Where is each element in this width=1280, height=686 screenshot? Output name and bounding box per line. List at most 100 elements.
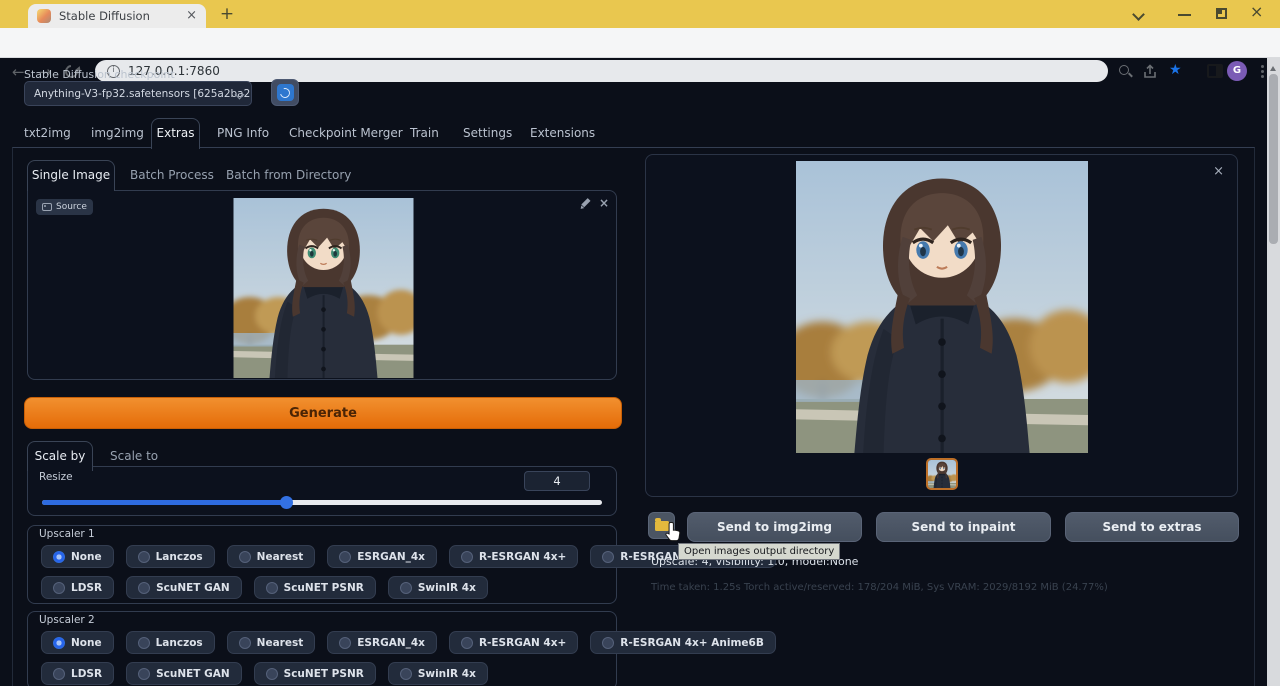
refresh-icon — [277, 84, 294, 101]
upscaler-option-none[interactable]: None — [41, 631, 114, 654]
send-to-img2img-button[interactable]: Send to img2img — [687, 512, 862, 542]
generate-button[interactable]: Generate — [24, 397, 622, 429]
resize-label: Resize — [39, 471, 73, 483]
extras-left-column: Single Image Batch Process Batch from Di… — [24, 160, 622, 686]
slider-fill — [42, 500, 286, 505]
option-label: Nearest — [257, 637, 304, 649]
tab-train[interactable]: Train — [410, 120, 439, 146]
upscaler-option-swinir4x[interactable]: SwinIR 4x — [388, 662, 488, 685]
browser-tab-title: Stable Diffusion — [59, 9, 178, 23]
upscaler-option-esrgan4x[interactable]: ESRGAN_4x — [327, 545, 437, 568]
tab-extras-selected[interactable]: Extras — [151, 118, 200, 149]
checkpoint-label: Stable Diffusion checkpoint — [24, 68, 175, 81]
back-button[interactable]: ← — [12, 62, 25, 82]
source-image-dropzone[interactable]: Source × — [27, 190, 617, 380]
tab-scale-by-selected[interactable]: Scale by — [27, 441, 93, 471]
tab-extensions[interactable]: Extensions — [530, 120, 595, 146]
image-icon — [42, 203, 52, 211]
profile-avatar[interactable]: G — [1227, 61, 1247, 81]
gallery-thumbnail-selected[interactable] — [926, 458, 958, 490]
window-minimize-button[interactable] — [1178, 14, 1191, 16]
upscaler-option-scunet-psnr[interactable]: ScuNET PSNR — [254, 662, 376, 685]
upscaler-option-ldsr[interactable]: LDSR — [41, 662, 114, 685]
upscaler-option-none[interactable]: None — [41, 545, 114, 568]
refresh-checkpoints-button[interactable] — [271, 79, 299, 106]
option-label: LDSR — [71, 582, 102, 594]
option-label: R-ESRGAN 4x+ — [479, 551, 566, 563]
resize-value-input[interactable] — [524, 471, 590, 491]
output-image[interactable] — [796, 161, 1088, 453]
tab-checkpoint-merger[interactable]: Checkpoint Merger — [289, 120, 403, 146]
scrollbar-thumb[interactable] — [1269, 74, 1278, 244]
close-preview-icon[interactable]: × — [1213, 164, 1224, 179]
tab-txt2img[interactable]: txt2img — [24, 120, 71, 146]
option-label: SwinIR 4x — [418, 582, 476, 594]
window-maximize-button[interactable] — [1216, 8, 1227, 19]
tab-close-icon[interactable]: × — [186, 9, 197, 23]
folder-button-tooltip: Open images output directory — [678, 543, 840, 560]
page-scrollbar[interactable] — [1267, 58, 1280, 686]
radio-icon — [400, 582, 412, 594]
tab-png-info[interactable]: PNG Info — [217, 120, 269, 146]
upscaler-option-scunet-gan[interactable]: ScuNET GAN — [126, 576, 242, 599]
browser-tab[interactable]: Stable Diffusion × — [28, 4, 206, 28]
upscaler-option-lanczos[interactable]: Lanczos — [126, 631, 215, 654]
share-icon[interactable] — [1142, 64, 1158, 80]
clear-image-icon[interactable]: × — [599, 196, 609, 210]
browser-toolbar: ← → 127.0.0.1:7860 ★ G — [0, 28, 1280, 58]
tab-batch-from-directory[interactable]: Batch from Directory — [226, 160, 351, 190]
radio-icon — [266, 582, 278, 594]
upscaler2-label: Upscaler 2 — [39, 614, 95, 626]
screen: Stable Diffusion × + × ← → 127.0.0.1:786… — [0, 0, 1280, 686]
option-label: None — [71, 637, 102, 649]
upscaler1-group: Upscaler 1 None Lanczos Nearest ESRGAN_4… — [27, 525, 617, 604]
upscaler-option-lanczos[interactable]: Lanczos — [126, 545, 215, 568]
radio-icon — [138, 582, 150, 594]
window-close-button[interactable]: × — [1250, 2, 1263, 21]
upscaler-option-ldsr[interactable]: LDSR — [41, 576, 114, 599]
radio-icon — [339, 551, 351, 563]
upscaler2-group: Upscaler 2 None Lanczos Nearest ESRGAN_4… — [27, 611, 617, 686]
radio-icon — [266, 668, 278, 680]
edit-pencil-icon[interactable] — [579, 198, 591, 211]
upscaler-option-swinir4x[interactable]: SwinIR 4x — [388, 576, 488, 599]
option-label: Lanczos — [156, 551, 203, 563]
upscaler-option-nearest[interactable]: Nearest — [227, 545, 316, 568]
option-label: ScuNET PSNR — [284, 582, 364, 594]
upscaler-option-scunet-gan[interactable]: ScuNET GAN — [126, 662, 242, 685]
radio-icon — [461, 551, 473, 563]
radio-selected-icon — [53, 637, 65, 649]
option-label: ESRGAN_4x — [357, 551, 425, 563]
resize-slider[interactable] — [42, 496, 602, 509]
source-image[interactable] — [232, 198, 415, 378]
option-label: ESRGAN_4x — [357, 637, 425, 649]
send-to-inpaint-button[interactable]: Send to inpaint — [876, 512, 1051, 542]
browser-menu-icon[interactable] — [1261, 70, 1264, 73]
option-label: LDSR — [71, 668, 102, 680]
upscaler-option-scunet-psnr[interactable]: ScuNET PSNR — [254, 576, 376, 599]
checkpoint-dropdown[interactable]: Anything-V3-fp32.safetensors [625a2ba2] — [24, 81, 252, 106]
upscaler-option-esrgan4x[interactable]: ESRGAN_4x — [327, 631, 437, 654]
tab-single-image-selected[interactable]: Single Image — [27, 160, 115, 191]
scrollbar-up-arrow-icon[interactable] — [1270, 63, 1276, 71]
radio-icon — [138, 668, 150, 680]
upscaler-option-resrgan4x[interactable]: R-ESRGAN 4x+ — [449, 545, 578, 568]
mouse-cursor-hand — [663, 521, 682, 543]
zoom-icon[interactable] — [1119, 65, 1129, 75]
slider-handle[interactable] — [280, 496, 293, 509]
radio-icon — [239, 637, 251, 649]
send-to-extras-button[interactable]: Send to extras — [1065, 512, 1239, 542]
upscaler-option-nearest[interactable]: Nearest — [227, 631, 316, 654]
tab-search-chevron-icon[interactable] — [1134, 10, 1143, 19]
upscaler1-label: Upscaler 1 — [39, 528, 95, 540]
bookmark-star-icon[interactable]: ★ — [1169, 62, 1182, 78]
resize-group: Resize — [27, 466, 617, 516]
tab-batch-process[interactable]: Batch Process — [130, 160, 214, 190]
upscaler-option-resrgan4x[interactable]: R-ESRGAN 4x+ — [449, 631, 578, 654]
new-tab-button[interactable]: + — [216, 3, 238, 25]
tab-settings[interactable]: Settings — [463, 120, 512, 146]
url-bar[interactable]: 127.0.0.1:7860 — [95, 60, 1108, 82]
side-panel-icon[interactable] — [1207, 64, 1223, 78]
tab-img2img[interactable]: img2img — [91, 120, 144, 146]
browser-tab-strip: Stable Diffusion × + × — [0, 0, 1280, 28]
